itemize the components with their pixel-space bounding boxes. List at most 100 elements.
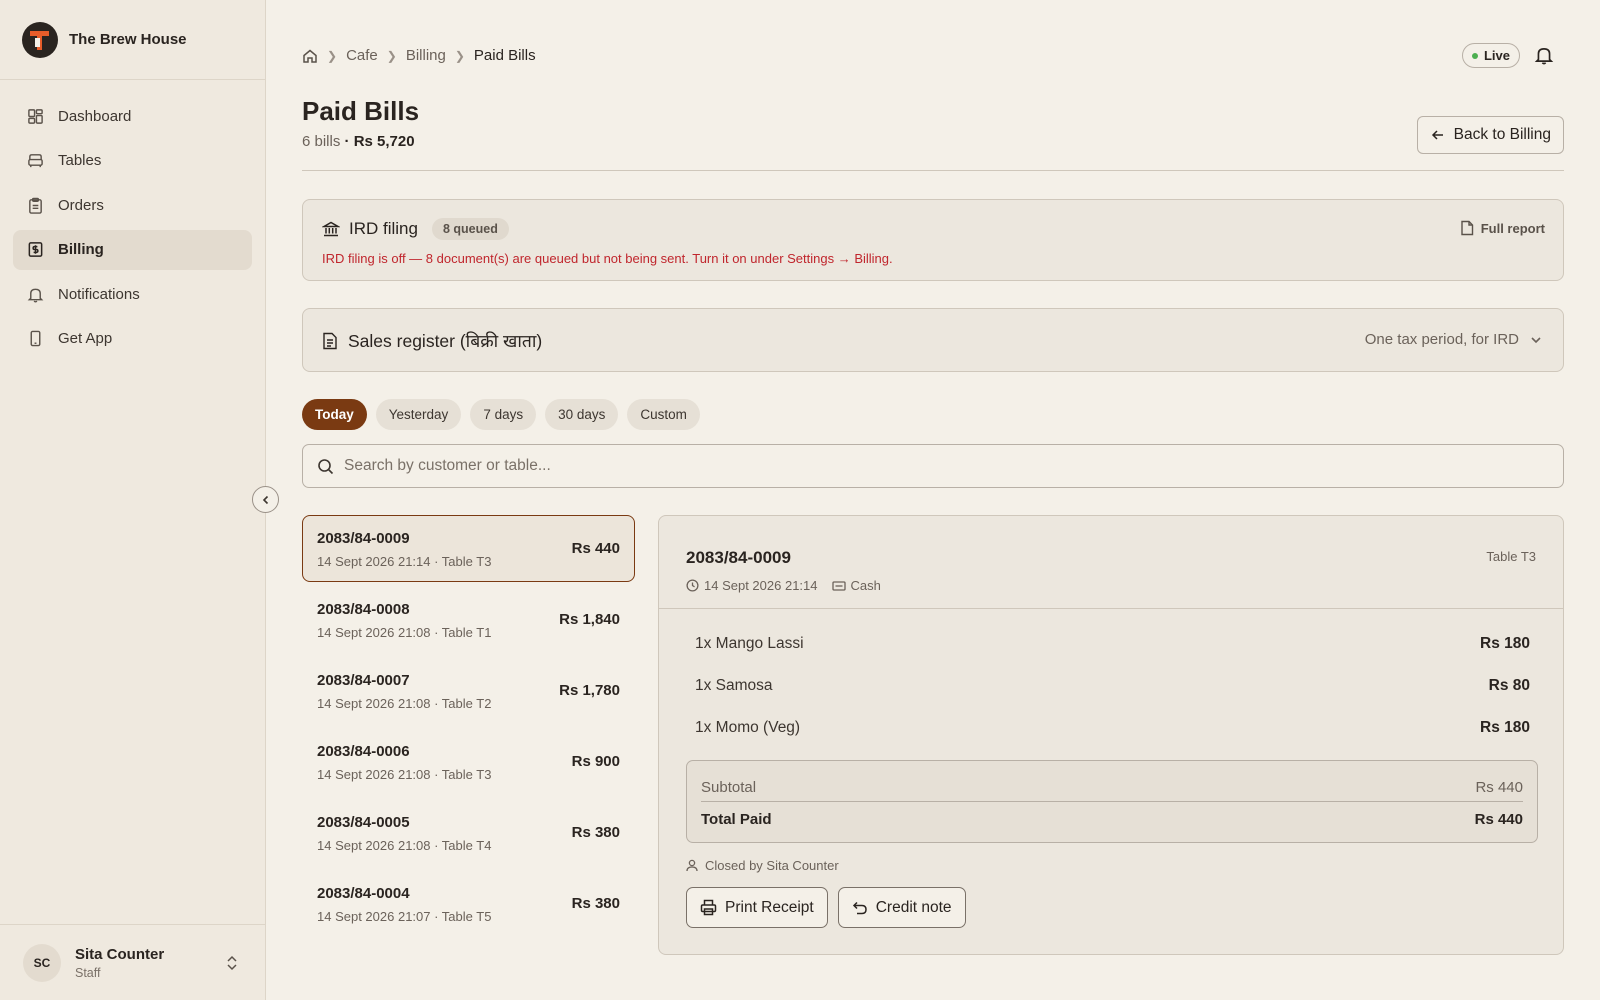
user-menu[interactable]: SC Sita Counter Staff (0, 924, 265, 1000)
bank-icon (322, 221, 340, 237)
detail-table: Table T3 (1486, 549, 1536, 564)
ird-title: IRD filing 8 queued (322, 218, 509, 240)
detail-payment: Cash (850, 578, 881, 593)
back-label: Back to Billing (1453, 126, 1551, 143)
bill-amount: Rs 1,780 (559, 682, 620, 699)
closed-by-text: Closed by Sita Counter (705, 858, 839, 873)
brand-logo-icon (22, 21, 58, 58)
sales-register-subtitle: One tax period, for IRD (1365, 331, 1543, 348)
chevron-up-down-icon[interactable] (225, 955, 239, 971)
print-receipt-label: Print Receipt (725, 898, 814, 916)
brand[interactable]: The Brew House (0, 0, 265, 80)
avatar: SC (23, 943, 61, 982)
page-title: Paid Bills (302, 96, 420, 126)
bill-amount: Rs 380 (571, 824, 620, 841)
summary-separator: · (340, 133, 354, 150)
breadcrumb-cafe[interactable]: Cafe (346, 47, 378, 64)
collapse-sidebar-button[interactable] (252, 486, 279, 513)
sidebar-nav: Dashboard Tables Orders Billing Notifica… (0, 80, 265, 379)
ird-filing-panel: IRD filing 8 queued IRD filing is off — … (302, 199, 1564, 281)
bill-meta: 14 Sept 2026 21:08 · Table T4 (317, 838, 492, 853)
grid-icon (28, 108, 43, 124)
bill-list-item[interactable]: 2083/84-0005 14 Sept 2026 21:08 · Table … (302, 799, 635, 866)
main-content: ❯ Cafe ❯ Billing ❯ Paid Bills Live Paid … (302, 0, 1564, 955)
user-role: Staff (75, 965, 101, 980)
filter-yesterday[interactable]: Yesterday (375, 399, 462, 430)
bill-number: 2083/84-0005 (317, 814, 410, 831)
ird-title-text: IRD filing (349, 219, 418, 238)
full-report-label: Full report (1480, 220, 1545, 236)
bill-amount: Rs 440 (571, 540, 620, 557)
bill-list-item[interactable]: 2083/84-0007 14 Sept 2026 21:08 · Table … (302, 657, 635, 724)
subtotal-label: Subtotal (701, 779, 757, 796)
live-status-badge: Live (1461, 43, 1520, 68)
user-name: Sita Counter (75, 945, 165, 963)
clipboard-icon (29, 197, 42, 214)
line-item: 1x Mango Lassi Rs 180 (695, 635, 1530, 677)
chevron-right-icon: ❯ (454, 48, 465, 63)
bill-detail-header: 2083/84-0009 14 Sept 2026 21:14 Cash Tab… (659, 516, 1563, 609)
bill-amount: Rs 900 (571, 753, 620, 770)
breadcrumb-billing[interactable]: Billing (406, 47, 446, 64)
total-row: Total Paid Rs 440 (701, 802, 1523, 836)
detail-meta: 14 Sept 2026 21:14 Cash (686, 578, 881, 593)
subtotal-row: Subtotal Rs 440 (701, 761, 1523, 802)
sales-register-subtitle-text: One tax period, for IRD (1364, 331, 1519, 348)
bill-list-item[interactable]: 2083/84-0004 14 Sept 2026 21:07 · Table … (302, 870, 635, 937)
bill-count: 6 bills (302, 133, 341, 150)
bill-amount: Rs 380 (571, 895, 620, 912)
credit-note-button[interactable]: Credit note (837, 887, 966, 928)
sidebar-item-notifications[interactable]: Notifications (13, 274, 252, 314)
receipt-icon (28, 242, 43, 257)
filter-today[interactable]: Today (302, 399, 367, 430)
bills-total: Rs 5,720 (353, 133, 415, 150)
sales-register-panel[interactable]: Sales register (बिक्री खाता) One tax per… (302, 308, 1564, 372)
search-icon (318, 458, 334, 474)
item-name: 1x Mango Lassi (695, 635, 804, 652)
notifications-bell-icon[interactable] (1534, 45, 1554, 65)
bill-list-item[interactable]: 2083/84-0006 14 Sept 2026 21:08 · Table … (302, 728, 635, 795)
clock-icon (686, 579, 699, 592)
chevron-right-icon: ❯ (327, 48, 338, 63)
filter-custom[interactable]: Custom (627, 399, 700, 430)
sidebar-item-tables[interactable]: Tables (13, 141, 252, 181)
undo-icon (852, 901, 867, 914)
breadcrumb: ❯ Cafe ❯ Billing ❯ Paid Bills (302, 47, 536, 64)
sidebar-item-orders[interactable]: Orders (13, 185, 252, 225)
ird-warning: IRD filing is off — 8 document(s) are qu… (322, 251, 893, 266)
detail-actions: Print Receipt Credit note (686, 887, 976, 928)
bill-number: 2083/84-0006 (317, 743, 410, 760)
credit-note-label: Credit note (875, 898, 952, 916)
totals-box: Subtotal Rs 440 Total Paid Rs 440 (686, 760, 1538, 843)
bill-meta: 14 Sept 2026 21:14 · Table T3 (317, 554, 492, 569)
bill-list-item[interactable]: 2083/84-0009 14 Sept 2026 21:14 · Table … (302, 515, 635, 582)
sidebar-item-label: Dashboard (58, 107, 132, 125)
sidebar-item-get-app[interactable]: Get App (13, 319, 252, 359)
subtotal-value: Rs 440 (1475, 779, 1523, 796)
bills-summary: 6 bills · Rs 5,720 (302, 133, 415, 150)
print-receipt-button[interactable]: Print Receipt (686, 887, 828, 928)
sidebar-item-label: Get App (58, 330, 113, 347)
filter-30-days[interactable]: 30 days (545, 399, 619, 430)
home-icon[interactable] (302, 48, 318, 64)
total-value: Rs 440 (1474, 810, 1523, 828)
chevron-right-icon: ❯ (386, 48, 397, 63)
bill-meta: 14 Sept 2026 21:08 · Table T3 (317, 767, 492, 782)
topbar: ❯ Cafe ❯ Billing ❯ Paid Bills Live (302, 0, 1564, 110)
full-report-link[interactable]: Full report (1460, 220, 1545, 236)
sidebar-item-billing[interactable]: Billing (13, 229, 252, 270)
user-icon (686, 859, 698, 872)
back-to-billing-button[interactable]: Back to Billing (1416, 116, 1564, 154)
filter-7-days[interactable]: 7 days (470, 399, 537, 430)
item-price: Rs 180 (1480, 719, 1530, 736)
printer-icon (700, 899, 717, 916)
cash-icon (831, 580, 846, 591)
line-items: 1x Mango Lassi Rs 180 1x Samosa Rs 80 1x… (695, 635, 1530, 761)
item-name: 1x Momo (Veg) (695, 719, 801, 736)
sidebar-item-dashboard[interactable]: Dashboard (13, 96, 252, 136)
search-input[interactable] (344, 457, 1444, 475)
bill-list-item[interactable]: 2083/84-0008 14 Sept 2026 21:08 · Table … (302, 586, 635, 653)
bill-number: 2083/84-0007 (317, 672, 410, 689)
live-label: Live (1483, 48, 1510, 63)
closed-by: Closed by Sita Counter (686, 858, 839, 873)
